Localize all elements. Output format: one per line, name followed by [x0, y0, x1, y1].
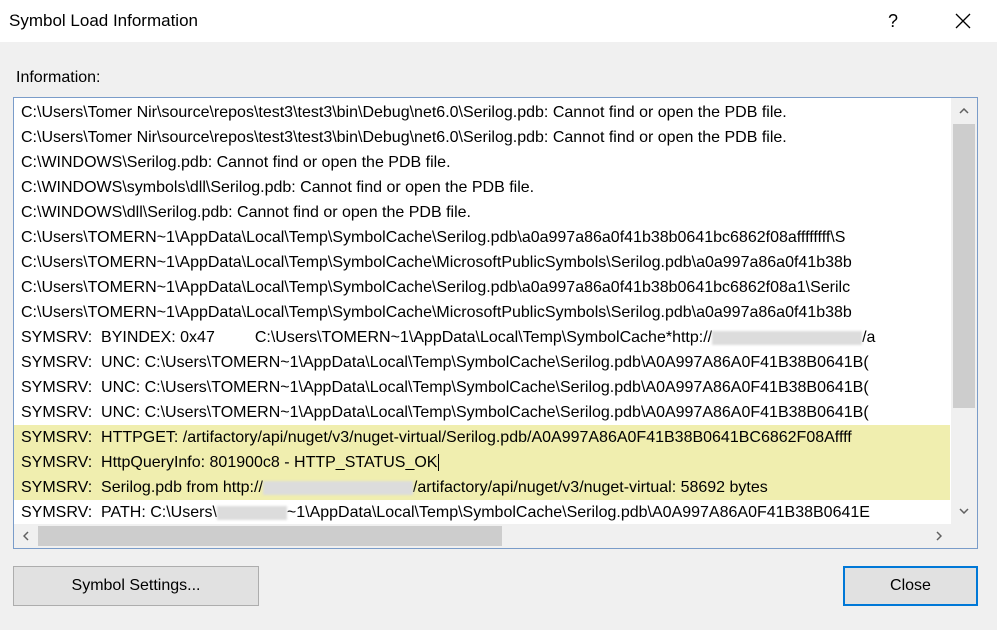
close-button[interactable]: Close — [843, 566, 978, 606]
horizontal-scroll-thumb[interactable] — [38, 526, 502, 546]
window-title: Symbol Load Information — [9, 11, 198, 30]
log-line-text: SYMSRV: BYINDEX: 0x47 C:\Users\TOMERN~1\… — [21, 329, 713, 346]
redacted-host — [712, 330, 863, 345]
scroll-down-button[interactable] — [951, 498, 977, 524]
log-line-highlighted: SYMSRV: HttpQueryInfo: 801900c8 - HTTP_S… — [14, 450, 950, 475]
scroll-left-button[interactable] — [14, 524, 38, 548]
log-line-text: SYMSRV: PATH: C:\Users\ — [21, 504, 217, 521]
log-line: C:\Users\Tomer Nir\source\repos\test3\te… — [21, 104, 787, 121]
horizontal-scrollbar[interactable] — [14, 524, 951, 548]
scroll-up-button[interactable] — [951, 98, 977, 124]
log-line: C:\Users\Tomer Nir\source\repos\test3\te… — [21, 129, 787, 146]
log-line: C:\Users\TOMERN~1\AppData\Local\Temp\Sym… — [21, 229, 846, 246]
log-line: SYMSRV: UNC: C:\Users\TOMERN~1\AppData\L… — [21, 404, 869, 421]
chevron-down-icon — [959, 508, 969, 514]
log-line-text: /artifactory/api/nuget/v3/nuget-virtual:… — [412, 479, 768, 496]
log-line-text: /a — [862, 329, 876, 346]
scroll-right-button[interactable] — [927, 524, 951, 548]
chevron-left-icon — [23, 531, 29, 541]
information-listbox[interactable]: C:\Users\Tomer Nir\source\repos\test3\te… — [13, 97, 978, 549]
text-caret — [438, 454, 440, 472]
symbol-settings-button[interactable]: Symbol Settings... — [13, 566, 259, 606]
log-line: SYMSRV: BYINDEX: 0x47 C:\Users\TOMERN~1\… — [14, 325, 950, 350]
log-line-text: ~1\AppData\Local\Temp\SymbolCache\Serilo… — [286, 504, 870, 521]
log-line: C:\Users\TOMERN~1\AppData\Local\Temp\Sym… — [21, 254, 852, 271]
log-line: SYMSRV: UNC: C:\Users\TOMERN~1\AppData\L… — [21, 354, 869, 371]
log-line: C:\WINDOWS\Serilog.pdb: Cannot find or o… — [21, 154, 451, 171]
close-window-button[interactable] — [940, 0, 986, 42]
log-line-highlighted: SYMSRV: Serilog.pdb from http:// /artifac… — [14, 475, 950, 500]
log-line-text: SYMSRV: Serilog.pdb from http:// — [21, 479, 263, 496]
information-label: Information: — [16, 69, 101, 86]
log-line: C:\Users\TOMERN~1\AppData\Local\Temp\Sym… — [21, 279, 851, 296]
log-line: C:\WINDOWS\dll\Serilog.pdb: Cannot find … — [21, 204, 471, 221]
chevron-right-icon — [936, 531, 942, 541]
log-line-highlighted: SYMSRV: HTTPGET: /artifactory/api/nuget/… — [14, 425, 950, 450]
redacted-username — [216, 505, 287, 520]
log-line: SYMSRV: UNC: C:\Users\TOMERN~1\AppData\L… — [21, 379, 869, 396]
title-bar: Symbol Load Information ? — [0, 0, 997, 42]
close-icon — [955, 13, 971, 29]
scrollbar-corner — [951, 524, 977, 548]
vertical-scroll-thumb[interactable] — [953, 124, 975, 408]
log-line: SYMSRV: PATH: C:\Users\ ~1\AppData\Local\… — [14, 500, 950, 524]
redacted-host — [262, 480, 413, 495]
log-line: C:\WINDOWS\symbols\dll\Serilog.pdb: Cann… — [21, 179, 535, 196]
vertical-scrollbar[interactable] — [951, 98, 977, 524]
log-line: C:\Users\TOMERN~1\AppData\Local\Temp\Sym… — [21, 304, 852, 321]
help-button[interactable]: ? — [875, 0, 911, 42]
log-line-text: SYMSRV: HttpQueryInfo: 801900c8 - HTTP_S… — [21, 454, 438, 471]
log-lines: C:\Users\Tomer Nir\source\repos\test3\te… — [14, 100, 950, 524]
chevron-up-icon — [959, 108, 969, 114]
